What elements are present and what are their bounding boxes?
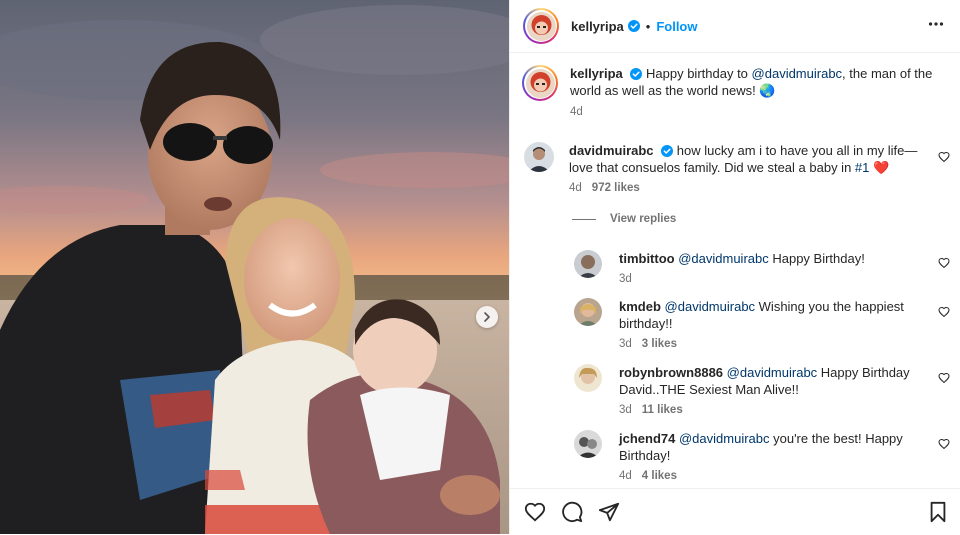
caption-mention[interactable]: @davidmuirabc xyxy=(752,66,843,81)
reply-timestamp[interactable]: 3d xyxy=(619,338,632,350)
verified-badge-icon xyxy=(630,68,643,80)
reply-likes[interactable]: 4 likes xyxy=(642,470,677,482)
reply-username[interactable]: timbittoo xyxy=(619,251,675,266)
reply-meta: 4d 4 likes xyxy=(619,470,939,482)
caption-avatar[interactable] xyxy=(522,65,558,101)
author-avatar[interactable] xyxy=(523,8,559,44)
comment-meta: 4d 972 likes xyxy=(569,182,929,194)
comment-username[interactable]: davidmuirabc xyxy=(569,143,654,158)
reply-text: timbittoo @davidmuirabc Happy Birthday! xyxy=(619,250,939,267)
caption-timestamp[interactable]: 4d xyxy=(570,106,583,118)
caption-username[interactable]: kellyripa xyxy=(570,66,623,81)
reply-timestamp[interactable]: 3d xyxy=(619,404,632,416)
reply-item: kmdeb @davidmuirabc Wishing you the happ… xyxy=(574,298,944,350)
replier-avatar[interactable] xyxy=(574,250,602,278)
post-image xyxy=(0,0,509,534)
comment-icon[interactable] xyxy=(561,501,583,523)
commenter-avatar[interactable] xyxy=(524,142,554,172)
post-caption: kellyripa Happy birthday to @davidmuirab… xyxy=(522,65,946,118)
post-side-panel: kellyripa • Follow kellyripa Happy birth… xyxy=(509,0,960,534)
reply-text: jchend74 @davidmuirabc you're the best! … xyxy=(619,430,939,464)
action-bar xyxy=(510,488,960,535)
caption-part: Happy birthday to xyxy=(646,66,752,81)
replier-avatar[interactable] xyxy=(574,430,602,458)
reply-text: kmdeb @davidmuirabc Wishing you the happ… xyxy=(619,298,939,332)
heart-icon[interactable] xyxy=(938,438,950,450)
reply-mention[interactable]: @davidmuirabc xyxy=(665,299,756,314)
reply-item: robynbrown8886 @davidmuirabc Happy Birth… xyxy=(574,364,944,416)
reply-timestamp[interactable]: 4d xyxy=(619,470,632,482)
view-replies-button[interactable]: View replies xyxy=(572,213,676,225)
comment-text: davidmuirabc how lucky am i to have you … xyxy=(569,142,929,176)
heart-icon[interactable] xyxy=(938,257,950,269)
bookmark-icon[interactable] xyxy=(928,501,948,523)
reply-mention[interactable]: @davidmuirabc xyxy=(679,431,770,446)
reply-text: robynbrown8886 @davidmuirabc Happy Birth… xyxy=(619,364,939,398)
heart-icon[interactable] xyxy=(938,372,950,384)
separator-dot: • xyxy=(645,18,651,34)
reply-likes[interactable]: 3 likes xyxy=(642,338,677,350)
share-icon[interactable] xyxy=(598,501,620,523)
reply-meta: 3d 11 likes xyxy=(619,404,939,416)
comment-part: ❤️ xyxy=(869,160,890,175)
verified-badge-icon xyxy=(661,145,674,157)
caption-meta: 4d xyxy=(570,106,940,118)
comment-likes[interactable]: 972 likes xyxy=(592,182,640,194)
avatar-image xyxy=(525,68,555,98)
comment-item: davidmuirabc how lucky am i to have you … xyxy=(524,142,948,194)
replier-avatar[interactable] xyxy=(574,364,602,392)
comment-timestamp[interactable]: 4d xyxy=(569,182,582,194)
reply-timestamp[interactable]: 3d xyxy=(619,273,632,285)
caption-text: kellyripa Happy birthday to @davidmuirab… xyxy=(570,65,940,99)
reply-likes[interactable]: 11 likes xyxy=(642,404,683,416)
reply-username[interactable]: jchend74 xyxy=(619,431,675,446)
heart-icon[interactable] xyxy=(938,306,950,318)
avatar-image xyxy=(526,11,556,41)
reply-body: Wishing you the happiest birthday!! xyxy=(619,299,904,331)
author-username[interactable]: kellyripa xyxy=(571,19,624,34)
reply-username[interactable]: kmdeb xyxy=(619,299,661,314)
reply-mention[interactable]: @davidmuirabc xyxy=(678,251,769,266)
reply-meta: 3d xyxy=(619,273,939,285)
reply-body: Happy Birthday! xyxy=(768,251,865,266)
reply-username[interactable]: robynbrown8886 xyxy=(619,365,723,380)
post-header: kellyripa • Follow xyxy=(510,0,960,53)
reply-meta: 3d 3 likes xyxy=(619,338,939,350)
next-photo-button[interactable] xyxy=(476,306,498,328)
verified-badge-icon xyxy=(627,20,640,32)
comments-list[interactable]: kellyripa Happy birthday to @davidmuirab… xyxy=(510,53,960,488)
replier-avatar[interactable] xyxy=(574,298,602,326)
more-options-icon[interactable] xyxy=(928,16,944,32)
follow-button[interactable]: Follow xyxy=(656,19,697,34)
reply-item: jchend74 @davidmuirabc you're the best! … xyxy=(574,430,944,482)
post-photo[interactable] xyxy=(0,0,509,534)
reply-item: timbittoo @davidmuirabc Happy Birthday! … xyxy=(574,250,944,285)
reply-mention[interactable]: @davidmuirabc xyxy=(727,365,818,380)
heart-icon[interactable] xyxy=(524,501,546,523)
chevron-right-icon xyxy=(484,312,490,322)
view-replies-line xyxy=(572,218,596,220)
view-replies-label: View replies xyxy=(610,213,677,225)
heart-icon[interactable] xyxy=(938,151,950,163)
comment-hashtag[interactable]: #1 xyxy=(855,160,869,175)
